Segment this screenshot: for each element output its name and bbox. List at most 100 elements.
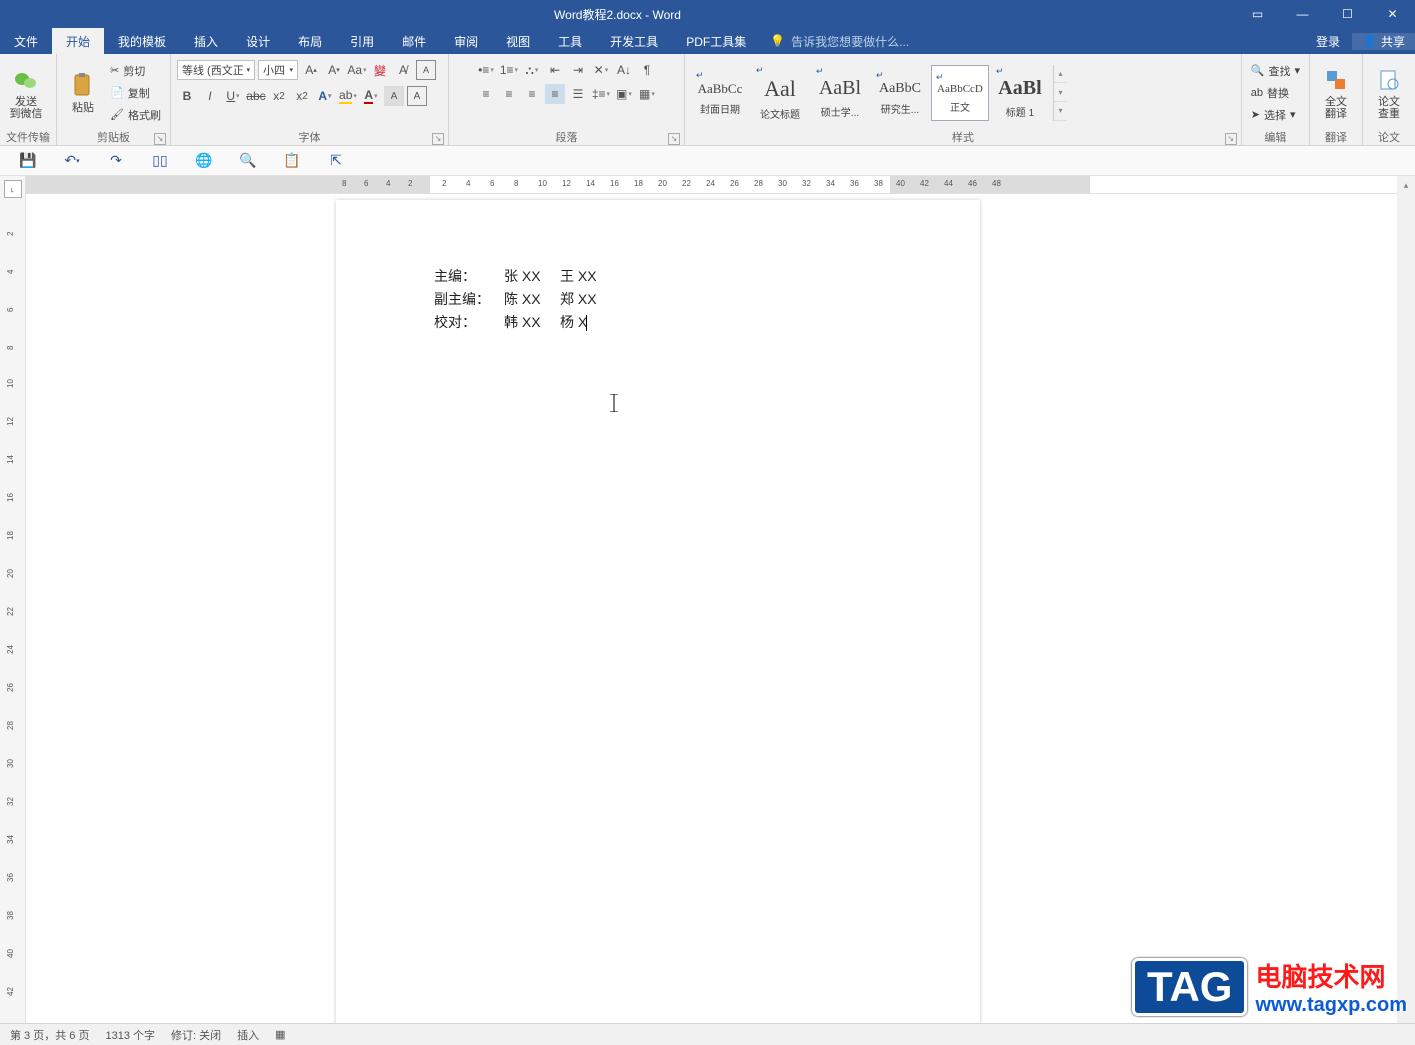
tab-mytemplate[interactable]: 我的模板	[104, 28, 180, 54]
justify-button[interactable]: ≡	[545, 84, 565, 104]
scroll-up-button[interactable]: ▴	[1397, 176, 1415, 194]
shading-button[interactable]: ▣▾	[614, 84, 634, 104]
char-border-button[interactable]: A	[407, 86, 427, 106]
tab-developer[interactable]: 开发工具	[596, 28, 672, 54]
qat-btn-5[interactable]: ⇱	[326, 151, 346, 171]
align-center-button[interactable]: ≡	[499, 84, 519, 104]
highlight-button[interactable]: ab▾	[338, 86, 358, 106]
vertical-scrollbar[interactable]: ▴	[1397, 176, 1415, 1023]
style-item-论文标题[interactable]: ↵ Aal 论文标题	[751, 65, 809, 121]
styles-dialog-launcher[interactable]: ↘	[1225, 133, 1237, 145]
send-to-wechat-button[interactable]: 发送到微信	[6, 59, 46, 127]
close-button[interactable]: ✕	[1370, 0, 1415, 28]
thesis-check-button[interactable]: 论文查重	[1369, 59, 1409, 127]
line-spacing-button[interactable]: ‡≡▾	[591, 84, 611, 104]
tab-file[interactable]: 文件	[0, 28, 52, 54]
tab-home[interactable]: 开始	[52, 28, 104, 54]
qat-btn-2[interactable]: 🌐	[194, 151, 214, 171]
phonetic-guide-button[interactable]: 變	[370, 60, 390, 80]
bold-button[interactable]: B	[177, 86, 197, 106]
status-page[interactable]: 第 3 页，共 6 页	[10, 1027, 89, 1043]
tab-design[interactable]: 设计	[232, 28, 284, 54]
copy-button[interactable]: 📄复制	[107, 83, 164, 103]
qat-btn-1[interactable]: ▯▯	[150, 151, 170, 171]
qat-btn-4[interactable]: 📋	[282, 151, 302, 171]
replace-button[interactable]: ab替换	[1248, 83, 1303, 103]
status-track[interactable]: 修订: 关闭	[171, 1027, 221, 1043]
document-content[interactable]: 主编：张 XX王 XX副主编：陈 XX郑 XX校对：韩 XX杨 X	[434, 266, 610, 335]
strikethrough-button[interactable]: abc	[246, 86, 266, 106]
tab-review[interactable]: 审阅	[440, 28, 492, 54]
shrink-font-button[interactable]: A▾	[324, 60, 344, 80]
grow-font-button[interactable]: A▴	[301, 60, 321, 80]
tell-me-box[interactable]: 💡 告诉我您想要做什么...	[760, 28, 919, 54]
login-button[interactable]: 登录	[1306, 33, 1350, 50]
style-item-研究生...[interactable]: ↵ AaBbC 研究生...	[871, 65, 929, 121]
tab-references[interactable]: 引用	[336, 28, 388, 54]
document-line[interactable]: 副主编：陈 XX郑 XX	[434, 289, 610, 312]
superscript-button[interactable]: x2	[292, 86, 312, 106]
minimize-button[interactable]: —	[1280, 0, 1325, 28]
text-effects-button[interactable]: A▾	[315, 86, 335, 106]
styles-gallery[interactable]: ↵ AaBbCc 封面日期↵ Aal 论文标题↵ AaBl 硕士学...↵ Aa…	[691, 65, 1049, 121]
numbering-button[interactable]: 1≡▾	[499, 60, 519, 80]
italic-button[interactable]: I	[200, 86, 220, 106]
font-name-combo[interactable]: 等线 (西文正▾	[177, 60, 255, 80]
full-translate-button[interactable]: 全文翻译	[1316, 59, 1356, 127]
find-button[interactable]: 🔍查找▾	[1248, 61, 1303, 81]
styles-more-button[interactable]: ▾	[1054, 102, 1067, 121]
font-color-button[interactable]: A▾	[361, 86, 381, 106]
redo-button[interactable]: ↷	[106, 151, 126, 171]
tab-mail[interactable]: 邮件	[388, 28, 440, 54]
styles-scroll-up[interactable]: ▴	[1054, 65, 1067, 84]
document-line[interactable]: 主编：张 XX王 XX	[434, 266, 610, 289]
style-item-封面日期[interactable]: ↵ AaBbCc 封面日期	[691, 65, 749, 121]
multilevel-list-button[interactable]: ⛬▾	[522, 60, 542, 80]
tab-view[interactable]: 视图	[492, 28, 544, 54]
style-item-标题 1[interactable]: ↵ AaBl 标题 1	[991, 65, 1049, 121]
format-painter-button[interactable]: 🖌格式刷	[107, 105, 164, 125]
styles-scroll-down[interactable]: ▾	[1054, 83, 1067, 102]
share-button[interactable]: 👤 共享	[1352, 33, 1415, 50]
asian-layout-button[interactable]: ✕▾	[591, 60, 611, 80]
tab-insert[interactable]: 插入	[180, 28, 232, 54]
font-size-combo[interactable]: 小四▾	[258, 60, 298, 80]
sort-button[interactable]: A↓	[614, 60, 634, 80]
tab-pdf[interactable]: PDF工具集	[672, 28, 760, 54]
font-dialog-launcher[interactable]: ↘	[432, 133, 444, 145]
change-case-button[interactable]: Aa▾	[347, 60, 367, 80]
document-page[interactable]: 主编：张 XX王 XX副主编：陈 XX郑 XX校对：韩 XX杨 X	[336, 200, 980, 1023]
tab-layout[interactable]: 布局	[284, 28, 336, 54]
document-line[interactable]: 校对：韩 XX杨 X	[434, 312, 610, 335]
status-macro-icon[interactable]: ▦	[275, 1028, 285, 1041]
paste-button[interactable]: 粘贴	[63, 59, 103, 127]
enclose-char-button[interactable]: A	[416, 60, 436, 80]
show-marks-button[interactable]: ¶	[637, 60, 657, 80]
tab-selector[interactable]: ˪	[4, 180, 22, 198]
decrease-indent-button[interactable]: ⇤	[545, 60, 565, 80]
page-area[interactable]: 主编：张 XX王 XX副主编：陈 XX郑 XX校对：韩 XX杨 X	[26, 194, 1397, 1023]
horizontal-ruler[interactable]: 8642246810121416182022242628303234363840…	[26, 176, 1397, 194]
style-item-正文[interactable]: ↵ AaBbCcD 正文	[931, 65, 989, 121]
tab-tools[interactable]: 工具	[544, 28, 596, 54]
select-button[interactable]: ➤选择▾	[1248, 105, 1303, 125]
vertical-ruler[interactable]: ˪ 24681012141618202224262830323436384042	[0, 176, 26, 1023]
status-mode[interactable]: 插入	[237, 1027, 259, 1043]
clear-formatting-button[interactable]: A̸	[393, 60, 413, 80]
clipboard-dialog-launcher[interactable]: ↘	[154, 133, 166, 145]
cut-button[interactable]: ✂剪切	[107, 61, 164, 81]
paragraph-dialog-launcher[interactable]: ↘	[668, 133, 680, 145]
status-words[interactable]: 1313 个字	[105, 1027, 155, 1043]
style-item-硕士学...[interactable]: ↵ AaBl 硕士学...	[811, 65, 869, 121]
char-shading-button[interactable]: A	[384, 86, 404, 106]
ribbon-options-icon[interactable]: ▭	[1235, 0, 1280, 28]
borders-button[interactable]: ▦▾	[637, 84, 657, 104]
qat-btn-3[interactable]: 🔍	[238, 151, 258, 171]
underline-button[interactable]: U▾	[223, 86, 243, 106]
bullets-button[interactable]: •≡▾	[476, 60, 496, 80]
distribute-button[interactable]: ☰	[568, 84, 588, 104]
maximize-button[interactable]: ☐	[1325, 0, 1370, 28]
increase-indent-button[interactable]: ⇥	[568, 60, 588, 80]
subscript-button[interactable]: x2	[269, 86, 289, 106]
undo-button[interactable]: ↶▾	[62, 151, 82, 171]
